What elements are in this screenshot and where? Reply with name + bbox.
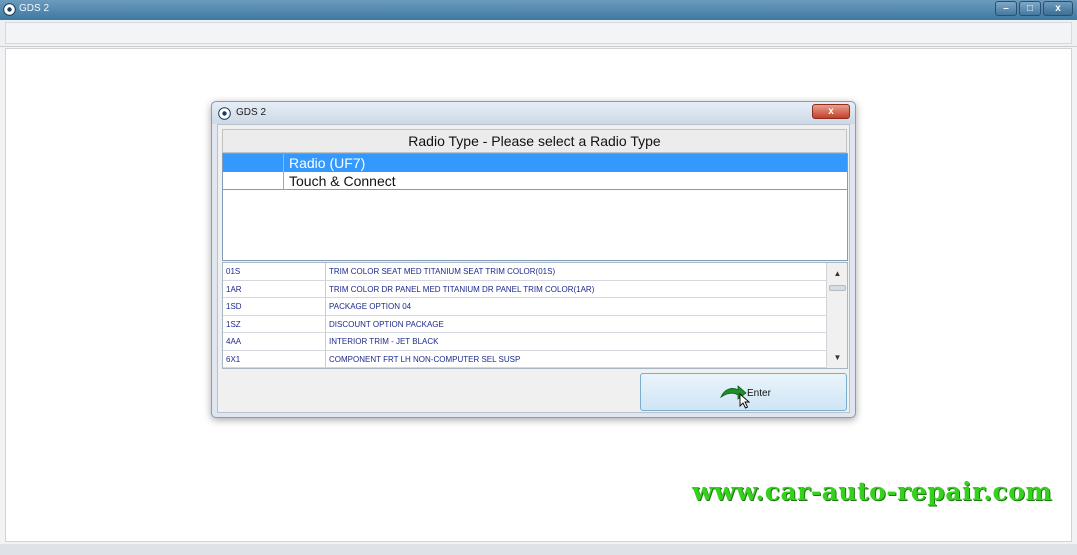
row-gutter [223,172,284,190]
gds-logo-icon [218,107,231,120]
column-divider [325,315,326,332]
app-title: GDS 2 [19,3,50,14]
mouse-cursor-icon [739,393,751,409]
close-icon[interactable]: x [1043,1,1073,16]
dialog-title-bar[interactable]: GDS 2 x [212,102,855,124]
option-description: TRIM COLOR SEAT MED TITANIUM SEAT TRIM C… [329,267,556,276]
dialog-body: Radio Type - Please select a Radio Type … [217,124,850,413]
column-divider [325,350,326,367]
table-row[interactable]: 4AA INTERIOR TRIM - JET BLACK [223,333,826,351]
option-code: 6X1 [226,354,241,364]
table-row[interactable]: 1SD PACKAGE OPTION 04 [223,298,826,316]
gds-logo-icon [3,3,16,16]
minimize-icon[interactable]: – [995,1,1017,16]
row-gutter [223,154,284,172]
option-code: 1SZ [226,319,241,329]
option-description: TRIM COLOR DR PANEL MED TITANIUM DR PANE… [329,284,595,294]
option-code: 1AR [226,284,242,294]
window-controls: – □ x [995,1,1073,16]
option-code: 01S [226,267,241,276]
vehicle-options-table: 01S TRIM COLOR SEAT MED TITANIUM SEAT TR… [222,262,848,369]
watermark-text: www.car-auto-repair.com [692,477,1053,506]
app-title-bar: GDS 2 – □ x [0,0,1077,20]
dialog-header: Radio Type - Please select a Radio Type [222,129,847,153]
list-item-label: Radio (UF7) [289,155,366,171]
column-divider [325,263,326,280]
list-item-radio-uf7[interactable]: Radio (UF7) [223,154,847,172]
option-description: DISCOUNT OPTION PACKAGE [329,319,444,329]
table-row[interactable]: 1AR TRIM COLOR DR PANEL MED TITANIUM DR … [223,280,826,298]
list-item-label: Touch & Connect [289,173,396,189]
option-description: COMPONENT FRT LH NON-COMPUTER SEL SUSP [329,354,521,364]
column-divider [325,280,326,297]
dialog-title: GDS 2 [236,107,267,118]
option-description: INTERIOR TRIM - JET BLACK [329,337,439,346]
maximize-icon[interactable]: □ [1019,1,1041,16]
column-divider [325,333,326,350]
option-code: 4AA [226,337,242,346]
scroll-down-icon[interactable]: ▼ [829,349,846,366]
table-row[interactable]: 1SZ DISCOUNT OPTION PACKAGE [223,315,826,333]
option-code: 1SD [226,302,242,311]
app-toolbar [0,20,1077,47]
column-divider [325,298,326,315]
scroll-thumb[interactable] [829,285,846,291]
enter-button[interactable]: Enter [640,373,847,411]
close-icon[interactable]: x [812,104,850,119]
list-item-touch-connect[interactable]: Touch & Connect [223,172,847,190]
toolbar-strip [5,22,1072,44]
scroll-up-icon[interactable]: ▲ [829,265,846,282]
table-row[interactable]: 01S TRIM COLOR SEAT MED TITANIUM SEAT TR… [223,263,826,281]
option-description: PACKAGE OPTION 04 [329,302,412,311]
table-scrollbar[interactable]: ▲ ▼ [826,263,847,368]
table-row[interactable]: 6X1 COMPONENT FRT LH NON-COMPUTER SEL SU… [223,350,826,368]
radio-type-dialog: GDS 2 x Radio Type - Please select a Rad… [211,101,856,418]
taskbar-edge [0,544,1077,555]
radio-type-list: Radio (UF7) Touch & Connect [222,153,848,261]
